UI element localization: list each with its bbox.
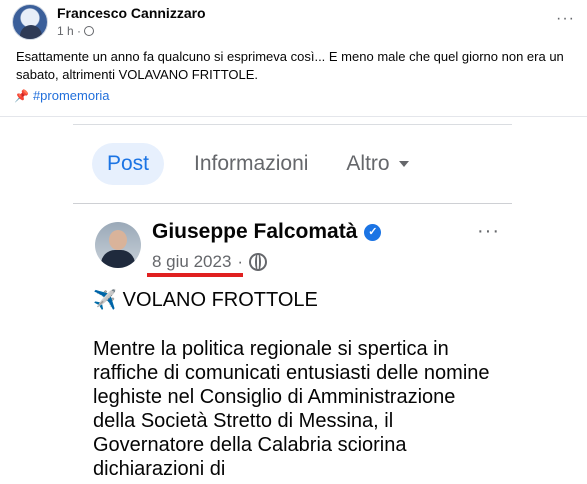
divider bbox=[73, 203, 512, 204]
red-underline-annotation bbox=[147, 273, 243, 277]
post-time[interactable]: 1 h · bbox=[57, 24, 81, 38]
tab-altro: Altro bbox=[346, 152, 409, 176]
post-meta: 1 h · bbox=[57, 24, 95, 38]
inner-more-icon: ··· bbox=[477, 220, 500, 242]
inner-post-body: Mentre la politica regionale si spertica… bbox=[93, 338, 490, 480]
pin-icon: 📌 bbox=[14, 88, 29, 103]
more-options-button[interactable]: ··· bbox=[556, 10, 575, 28]
hashtag-link[interactable]: #promemoria bbox=[33, 88, 110, 103]
profile-tabs: Post Informazioni Altro bbox=[92, 142, 447, 186]
attached-screenshot[interactable]: Post Informazioni Altro Giuseppe Falcoma… bbox=[73, 124, 512, 484]
headline-text: VOLANO FROTTOLE bbox=[122, 288, 318, 311]
inner-post-meta: 8 giu 2023 · bbox=[152, 252, 268, 272]
hashtag-line: 📌 #promemoria bbox=[14, 88, 110, 103]
globe-icon bbox=[249, 253, 268, 271]
author-avatar[interactable] bbox=[12, 4, 48, 40]
post-header: Francesco Cannizzaro 1 h · ··· bbox=[12, 4, 575, 40]
globe-icon bbox=[84, 26, 95, 36]
tab-altro-label: Altro bbox=[346, 152, 390, 175]
inner-author-avatar bbox=[95, 222, 141, 268]
headline: ✈️ VOLANO FROTTOLE bbox=[93, 288, 318, 312]
caret-down-icon bbox=[398, 161, 409, 167]
divider bbox=[0, 116, 587, 117]
inner-post-date: 8 giu 2023 bbox=[152, 252, 232, 271]
verified-badge-icon: ✓ bbox=[364, 223, 382, 241]
inner-author-name: Giuseppe Falcomatà ✓ bbox=[152, 220, 382, 244]
inner-author-label: Giuseppe Falcomatà bbox=[152, 220, 358, 243]
tab-post: Post bbox=[92, 143, 165, 185]
meta-separator: · bbox=[237, 252, 244, 271]
author-name[interactable]: Francesco Cannizzaro bbox=[57, 5, 206, 21]
post-text: Esattamente un anno fa qualcuno si espri… bbox=[16, 49, 564, 82]
tab-informazioni: Informazioni bbox=[194, 152, 309, 175]
airplane-icon: ✈️ bbox=[93, 290, 117, 311]
